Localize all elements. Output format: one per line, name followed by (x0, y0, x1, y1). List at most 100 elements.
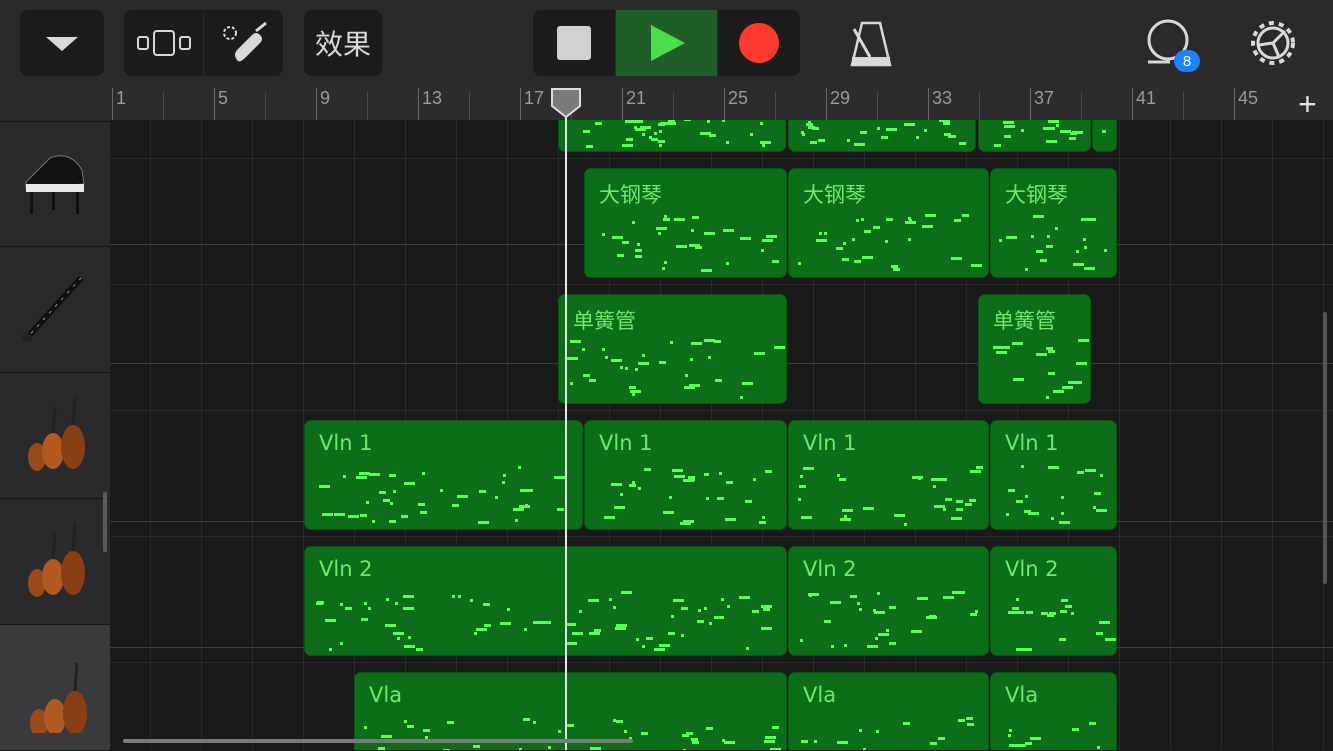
midi-note (917, 477, 921, 481)
track-list-scrollbar[interactable] (103, 492, 107, 552)
midi-note (722, 229, 734, 233)
track-header-violins-2[interactable] (0, 499, 110, 625)
playhead-handle[interactable] (551, 88, 581, 118)
grand-piano-icon (25, 154, 85, 214)
midi-note (565, 642, 577, 646)
midi-note (799, 474, 803, 478)
midi-note (558, 730, 562, 734)
midi-note (838, 478, 846, 482)
smart-controls-button[interactable] (204, 10, 283, 76)
midi-region[interactable] (558, 120, 786, 152)
track-header-violins[interactable] (0, 373, 110, 499)
midi-note (969, 498, 977, 502)
midi-note (819, 231, 823, 235)
track-header-violas[interactable] (0, 625, 110, 751)
midi-note (866, 645, 878, 649)
bar-number: 17 (524, 88, 545, 108)
stop-button[interactable] (533, 10, 615, 76)
midi-region[interactable]: 大钢琴 (788, 168, 989, 278)
timeline-ruler[interactable]: 1 5 9 13 17 21 25 29 33 37 41 45 (110, 88, 1333, 121)
midi-note (999, 239, 1002, 243)
bar-number: 5 (218, 88, 229, 108)
midi-note (673, 475, 685, 479)
play-button[interactable] (616, 10, 717, 76)
tracks-area[interactable]: 大钢琴 大钢琴 大钢琴 单簧管 单簧管 Vln 1 Vln 1 Vln 1 Vln 1 Vln 2… (110, 120, 1333, 750)
midi-region[interactable]: Vln 1 (304, 420, 583, 530)
midi-region[interactable]: Vln 1 (990, 420, 1117, 530)
midi-note (904, 123, 916, 127)
record-button[interactable] (718, 10, 800, 76)
midi-note (749, 132, 753, 136)
midi-note (726, 140, 730, 144)
midi-region[interactable]: 大钢琴 (584, 168, 787, 278)
midi-note (861, 255, 873, 259)
track-view-icon (136, 30, 191, 56)
bar-number: 13 (422, 88, 443, 108)
midi-region[interactable]: Vln 2 (304, 546, 787, 656)
midi-note (863, 506, 875, 510)
track-view-button[interactable] (124, 10, 203, 76)
midi-note (839, 517, 851, 521)
midi-note (365, 500, 369, 504)
midi-note (321, 513, 333, 517)
midi-note (1068, 381, 1076, 385)
midi-region[interactable]: 单簧管 (978, 294, 1091, 404)
midi-note (877, 127, 881, 131)
midi-note (910, 630, 922, 634)
add-section-button[interactable]: + (1282, 86, 1333, 122)
midi-region[interactable]: Vln 2 (788, 546, 989, 656)
midi-note (704, 472, 708, 476)
ruler-tick (1132, 88, 1133, 120)
settings-button[interactable] (1246, 14, 1300, 72)
track-header-grand-piano[interactable] (0, 121, 110, 247)
midi-note (835, 247, 843, 250)
midi-note (676, 245, 688, 249)
region-name: Vln 2 (1005, 557, 1059, 581)
midi-note (856, 218, 860, 222)
midi-region[interactable]: Vln 1 (584, 420, 787, 530)
midi-region[interactable] (978, 120, 1091, 152)
midi-note (1046, 139, 1058, 143)
midi-note (595, 121, 603, 125)
midi-note (852, 238, 856, 242)
midi-note (1069, 136, 1077, 140)
midi-note (473, 632, 477, 636)
fx-button[interactable]: 效果 (304, 10, 382, 76)
midi-note (697, 608, 701, 612)
midi-note (890, 264, 898, 268)
midi-note (797, 261, 801, 265)
horizontal-scrollbar[interactable] (123, 739, 633, 743)
midi-region[interactable] (788, 120, 976, 152)
metronome-button[interactable] (840, 14, 902, 72)
midi-note (714, 339, 722, 343)
midi-note (451, 594, 455, 598)
midi-region[interactable]: Vla (788, 672, 989, 750)
midi-note (880, 136, 888, 140)
midi-note (831, 645, 835, 649)
track-header-clarinet[interactable] (0, 247, 110, 373)
midi-note (714, 379, 722, 383)
midi-note (1061, 512, 1065, 516)
midi-region[interactable] (1092, 120, 1117, 152)
midi-note (479, 489, 487, 493)
midi-note (800, 639, 804, 643)
midi-note (1084, 266, 1096, 270)
bar-number: 45 (1238, 88, 1259, 108)
midi-region[interactable]: 单簧管 (558, 294, 787, 404)
midi-note (1088, 218, 1096, 222)
midi-note (593, 629, 601, 633)
midi-note (759, 122, 763, 126)
midi-region[interactable]: 大钢琴 (990, 168, 1117, 278)
midi-note (446, 721, 454, 725)
vertical-scrollbar[interactable] (1323, 312, 1327, 584)
midi-region[interactable]: Vln 2 (990, 546, 1117, 656)
midi-note (640, 731, 648, 735)
midi-note (808, 120, 812, 124)
midi-region[interactable]: Vla (990, 672, 1117, 750)
midi-note (763, 740, 775, 743)
toolbar: 效果 8 (0, 0, 1333, 88)
midi-note (634, 125, 638, 129)
midi-region[interactable]: Vln 1 (788, 420, 989, 530)
track-header-piano[interactable] (0, 0, 110, 122)
grid-line (201, 120, 202, 750)
